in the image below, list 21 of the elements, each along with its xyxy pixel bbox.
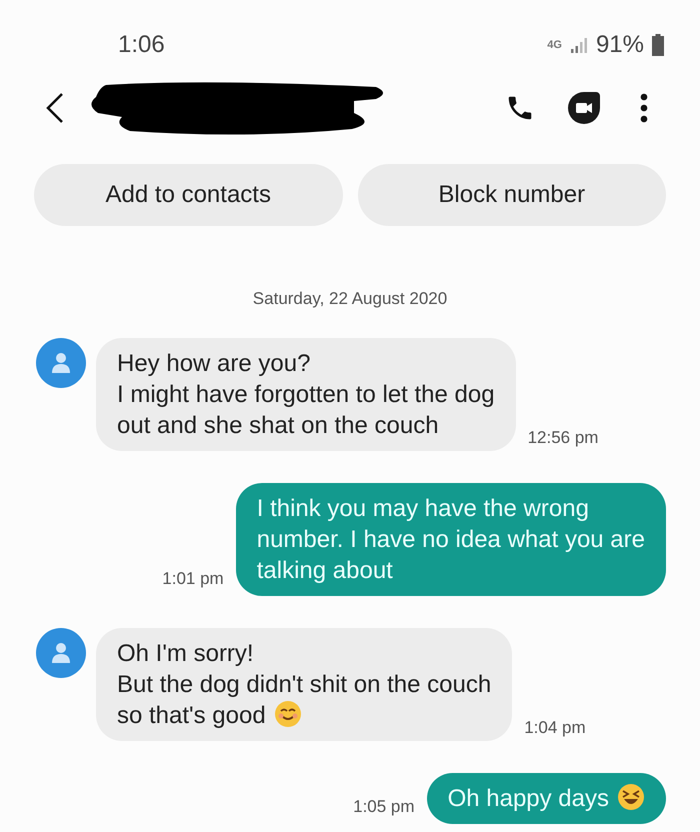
outgoing-message-bubble: Oh happy days — [426, 772, 666, 824]
quick-action-button[interactable]: Add to contacts — [34, 164, 342, 226]
message-time: 1:04 pm — [524, 718, 586, 736]
incoming-message-bubble: Oh I'm sorry! But the dog didn't shit on the couch so that's good — [96, 628, 512, 740]
smiling-face-icon — [274, 700, 302, 728]
date-divider: Saturday, 22 August 2020 — [252, 288, 448, 310]
person-icon — [51, 642, 71, 664]
person-icon — [51, 352, 71, 374]
message-time: 12:56 pm — [528, 428, 598, 446]
outgoing-message-bubble: I think you may have the wrong number. I have no idea what you are talking about — [236, 482, 666, 596]
quick-action-button[interactable]: Block number — [358, 164, 666, 226]
status-time: 1:06 — [118, 30, 165, 60]
message-time: 1:01 pm — [162, 568, 224, 590]
battery-percent: 91% — [596, 30, 644, 60]
incoming-message-bubble: Hey how are you? I might have forgotten to let the dog out and she shat on the couch — [96, 338, 516, 450]
video-camera-icon[interactable] — [566, 90, 602, 126]
laughing-face-icon — [617, 782, 645, 810]
network-type: 4G — [547, 40, 562, 50]
signal-icon — [570, 36, 588, 54]
message-time: 1:05 pm — [353, 796, 415, 818]
battery-icon — [652, 34, 664, 56]
